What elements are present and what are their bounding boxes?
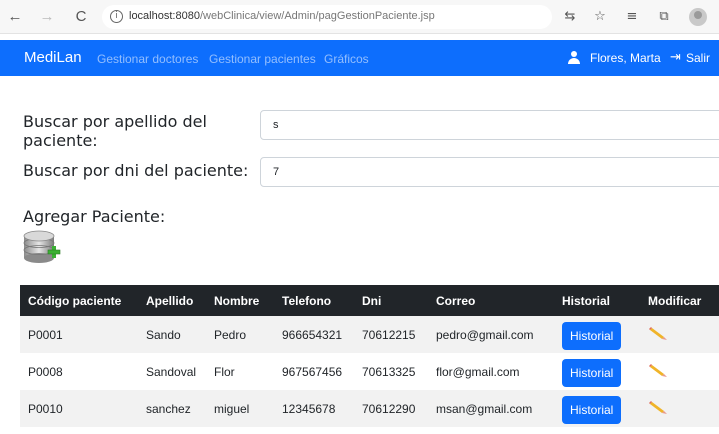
search-apellido-input[interactable]: s bbox=[260, 110, 719, 140]
col-historial: Historial bbox=[554, 285, 640, 316]
cell-modificar bbox=[640, 353, 719, 390]
col-apellido: Apellido bbox=[138, 285, 206, 316]
translate-icon[interactable]: ⇆ bbox=[560, 7, 580, 27]
cell-nombre: miguel bbox=[206, 390, 274, 427]
nav-graficos[interactable]: Gráficos bbox=[324, 52, 369, 66]
logout-icon[interactable]: ⇥ bbox=[670, 50, 681, 65]
favorite-icon[interactable]: ☆ bbox=[590, 7, 610, 27]
historial-button[interactable]: Historial bbox=[562, 322, 622, 350]
favorites-list-icon[interactable]: ≡ bbox=[622, 7, 642, 27]
table-header-row: Código paciente Apellido Nombre Telefono… bbox=[20, 285, 719, 316]
col-dni: Dni bbox=[354, 285, 428, 316]
col-correo: Correo bbox=[428, 285, 554, 316]
profile-avatar-icon[interactable] bbox=[689, 8, 707, 26]
cell-codigo: P0008 bbox=[20, 353, 138, 390]
historial-button[interactable]: Historial bbox=[562, 396, 622, 424]
search-dni-label: Buscar por dni del paciente: bbox=[23, 161, 249, 180]
browser-toolbar: ← → C i localhost:8080/webClinica/view/A… bbox=[0, 0, 719, 34]
search-apellido-label: Buscar por apellido del paciente: bbox=[23, 112, 207, 150]
cell-telefono: 966654321 bbox=[274, 316, 354, 353]
cell-correo: msan@gmail.com bbox=[428, 390, 554, 427]
nav-gestionar-doctores[interactable]: Gestionar doctores bbox=[97, 52, 198, 66]
app-navbar: MediLan Gestionar doctores Gestionar pac… bbox=[0, 40, 719, 76]
cell-telefono: 12345678 bbox=[274, 390, 354, 427]
reload-icon[interactable]: C bbox=[70, 6, 92, 28]
cell-modificar bbox=[640, 316, 719, 353]
user-icon bbox=[568, 51, 580, 64]
table-row: P0010 sanchez miguel 12345678 70612290 m… bbox=[20, 390, 719, 427]
col-codigo: Código paciente bbox=[20, 285, 138, 316]
table-row: P0001 Sando Pedro 966654321 70612215 ped… bbox=[20, 316, 719, 353]
pencil-edit-icon[interactable] bbox=[648, 362, 670, 378]
cell-apellido: sanchez bbox=[138, 390, 206, 427]
cell-codigo: P0001 bbox=[20, 316, 138, 353]
cell-telefono: 967567456 bbox=[274, 353, 354, 390]
cell-historial: Historial bbox=[554, 353, 640, 390]
info-icon[interactable]: i bbox=[110, 10, 123, 23]
arrow-left-icon[interactable]: ← bbox=[4, 6, 26, 28]
nav-gestionar-pacientes[interactable]: Gestionar pacientes bbox=[209, 52, 316, 66]
cell-apellido: Sandoval bbox=[138, 353, 206, 390]
collections-icon[interactable]: ⧉ bbox=[654, 7, 674, 27]
cell-correo: pedro@gmail.com bbox=[428, 316, 554, 353]
database-add-icon[interactable] bbox=[22, 230, 62, 266]
cell-nombre: Pedro bbox=[206, 316, 274, 353]
cell-historial: Historial bbox=[554, 390, 640, 427]
col-modificar: Modificar bbox=[640, 285, 719, 316]
table-row: P0008 Sandoval Flor 967567456 70613325 f… bbox=[20, 353, 719, 390]
add-patient-heading: Agregar Paciente: bbox=[23, 207, 166, 226]
cell-correo: flor@gmail.com bbox=[428, 353, 554, 390]
col-nombre: Nombre bbox=[206, 285, 274, 316]
arrow-right-icon[interactable]: → bbox=[36, 6, 58, 28]
user-name[interactable]: Flores, Marta bbox=[590, 51, 661, 65]
historial-button[interactable]: Historial bbox=[562, 359, 622, 387]
url-text: localhost:8080/webClinica/view/Admin/pag… bbox=[129, 10, 435, 22]
search-dni-input[interactable]: 7 bbox=[260, 157, 719, 187]
pencil-edit-icon[interactable] bbox=[648, 325, 670, 341]
pencil-edit-icon[interactable] bbox=[648, 399, 670, 415]
cell-historial: Historial bbox=[554, 316, 640, 353]
logout-link[interactable]: Salir bbox=[686, 51, 710, 65]
patients-table: Código paciente Apellido Nombre Telefono… bbox=[20, 285, 719, 427]
cell-dni: 70612290 bbox=[354, 390, 428, 427]
address-bar[interactable]: i localhost:8080/webClinica/view/Admin/p… bbox=[102, 5, 552, 29]
cell-dni: 70612215 bbox=[354, 316, 428, 353]
cell-codigo: P0010 bbox=[20, 390, 138, 427]
cell-modificar bbox=[640, 390, 719, 427]
cell-dni: 70613325 bbox=[354, 353, 428, 390]
cell-nombre: Flor bbox=[206, 353, 274, 390]
cell-apellido: Sando bbox=[138, 316, 206, 353]
col-telefono: Telefono bbox=[274, 285, 354, 316]
brand-link[interactable]: MediLan bbox=[24, 49, 82, 66]
